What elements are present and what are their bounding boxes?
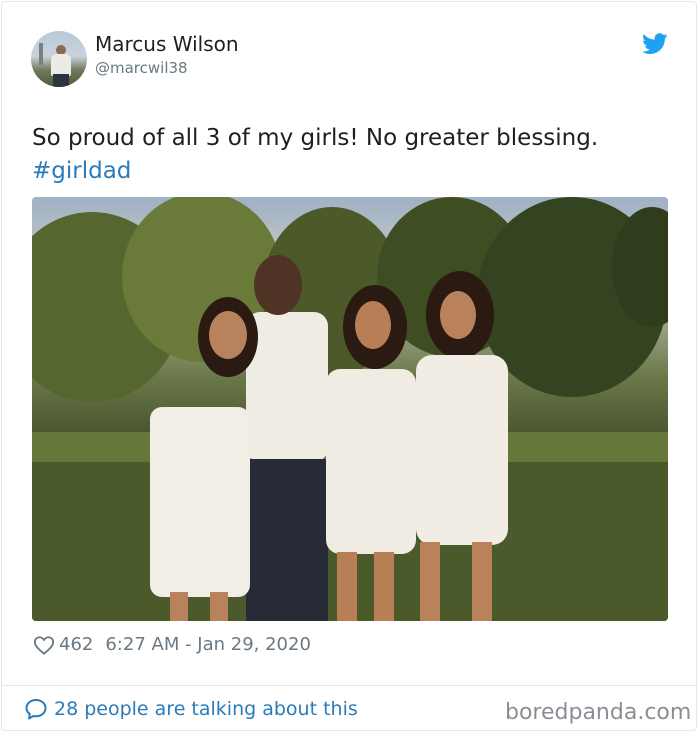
avatar-legs (53, 74, 69, 87)
watermark: boredpanda.com (505, 700, 692, 725)
hashtag-link[interactable]: #girldad (32, 158, 131, 184)
heart-icon[interactable] (33, 635, 55, 655)
avatar[interactable] (31, 31, 87, 87)
family-photo (32, 197, 668, 621)
avatar-spire (39, 43, 43, 65)
user-name[interactable]: Marcus Wilson (95, 32, 239, 56)
like-count[interactable]: 462 (59, 634, 93, 655)
tweet-body: So proud of all 3 of my girls! No greate… (32, 125, 599, 151)
twitter-bird-icon[interactable] (642, 33, 668, 55)
tweet-photo[interactable] (32, 197, 668, 621)
user-handle[interactable]: @marcwil38 (95, 59, 188, 77)
conversation-text[interactable]: 28 people are talking about this (54, 698, 358, 720)
avatar-torso (51, 54, 71, 76)
speech-bubble-icon (25, 699, 47, 720)
tweet-text: So proud of all 3 of my girls! No greate… (32, 122, 672, 188)
divider (1, 685, 697, 686)
conversation-link[interactable]: 28 people are talking about this (24, 697, 358, 721)
timestamp[interactable]: 6:27 AM - Jan 29, 2020 (105, 634, 311, 655)
tweet-meta: 462 6:27 AM - Jan 29, 2020 (33, 634, 311, 655)
